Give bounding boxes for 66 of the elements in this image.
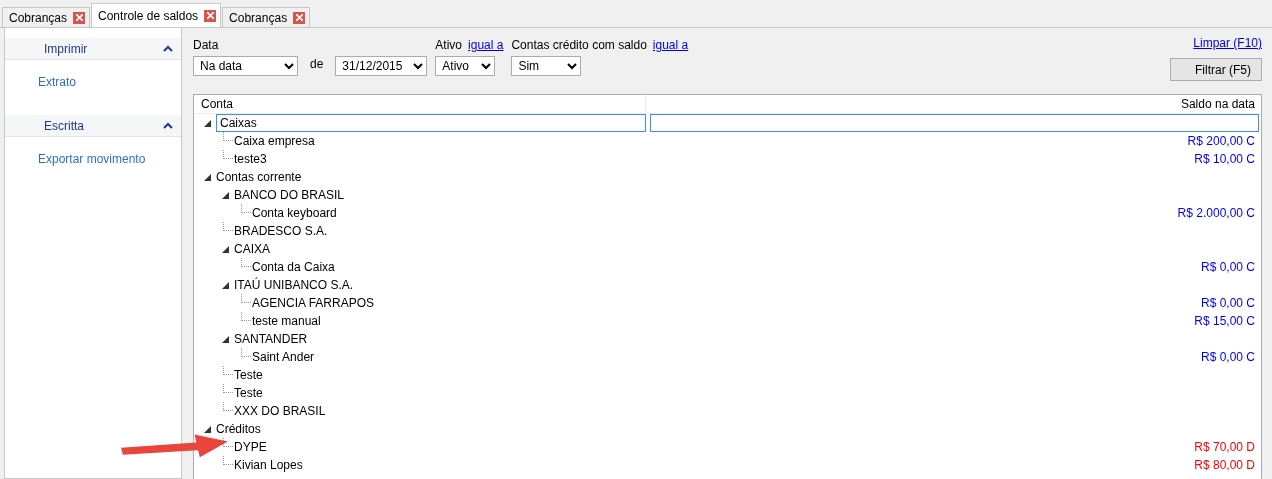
column-header: Conta: [194, 95, 646, 113]
chevron-up-icon[interactable]: [163, 45, 173, 52]
tree-node-label[interactable]: Caixa empresa: [234, 132, 315, 150]
tree-node-label[interactable]: Saint Ander: [252, 348, 315, 366]
chevron-up-icon[interactable]: [163, 122, 173, 129]
operator-link[interactable]: igual a: [468, 36, 504, 54]
close-icon[interactable]: [73, 11, 86, 24]
balance-value: R$ 15,00 C: [1193, 313, 1256, 330]
tree-node-label[interactable]: teste manual: [252, 312, 321, 330]
sidebar-link[interactable]: Exportar movimento: [5, 137, 181, 182]
field-label: Ativo: [435, 37, 463, 54]
balance-value: R$ 0,00 C: [1199, 259, 1256, 276]
field-label: Contas crédito com saldo: [511, 37, 647, 54]
balance-value: R$ 70,00 D: [1193, 439, 1256, 456]
tree-node-label[interactable]: Conta da Caixa: [252, 258, 335, 276]
sidebar-link[interactable]: Extrato: [5, 60, 181, 105]
tree-node-label[interactable]: Créditos: [216, 420, 261, 438]
tree-node-label[interactable]: Teste: [234, 384, 263, 402]
expanded-triangle-icon[interactable]: [203, 119, 211, 127]
balance-value: R$ 80,00 D: [1193, 457, 1256, 474]
expanded-triangle-icon[interactable]: [221, 335, 229, 343]
tree-node-label[interactable]: BANCO DO BRASIL: [234, 186, 345, 204]
balance-value: R$ 2.000,00 C: [1176, 205, 1256, 222]
balance-value: R$ 0,00 C: [1199, 349, 1256, 366]
expanded-triangle-icon[interactable]: [221, 281, 229, 289]
balance-value: R$ 10,00 C: [1193, 151, 1256, 168]
tree-node-label[interactable]: Conta keyboard: [252, 204, 337, 222]
tree-node-label[interactable]: XXX DO BRASIL: [234, 402, 326, 420]
section-header[interactable]: Imprimir: [5, 38, 181, 60]
operator-link[interactable]: igual a: [652, 36, 689, 54]
tree-node-label[interactable]: Kivian Lopes: [234, 456, 303, 474]
tab-label: Cobranças: [229, 9, 288, 27]
tree-node-label[interactable]: SANTANDER: [234, 330, 308, 348]
tab-label: Controle de saldos: [98, 7, 199, 25]
balance-field[interactable]: [650, 114, 1259, 132]
tree-node-label[interactable]: Contas corrente: [216, 168, 302, 186]
column-header: Saldo na data: [1179, 96, 1256, 113]
close-icon[interactable]: [293, 11, 306, 24]
clear-link[interactable]: Limpar (F10): [1193, 34, 1262, 52]
tree-node-label[interactable]: ITAÚ UNIBANCO S.A.: [234, 276, 354, 294]
close-icon[interactable]: [204, 9, 217, 22]
tree-node-label[interactable]: teste3: [234, 150, 267, 168]
tree-node-label[interactable]: DYPE: [234, 438, 267, 456]
tree-node-label[interactable]: CAIXA: [234, 240, 270, 258]
credit-select[interactable]: Sim: [511, 56, 582, 76]
status-select[interactable]: Ativo: [435, 56, 496, 76]
tree-node-label[interactable]: AGENCIA FARRAPOS: [252, 294, 375, 312]
field-label: Data: [193, 37, 219, 54]
section-header[interactable]: Escritta: [5, 115, 181, 137]
expanded-triangle-icon[interactable]: [203, 173, 211, 181]
expanded-triangle-icon[interactable]: [203, 425, 211, 433]
filter-button[interactable]: Filtrar (F5): [1170, 58, 1262, 81]
tree-node-label[interactable]: Caixas: [216, 114, 646, 132]
tree-node-label[interactable]: BRADESCO S.A.: [234, 222, 328, 240]
tree-node-label[interactable]: Teste: [234, 366, 263, 384]
tab[interactable]: Cobranças: [222, 7, 311, 27]
balance-value: R$ 0,00 C: [1199, 295, 1256, 312]
expanded-triangle-icon[interactable]: [221, 191, 229, 199]
date-mode-select[interactable]: Na data: [193, 56, 298, 76]
tab[interactable]: Controle de saldos: [91, 3, 222, 27]
tab-label: Cobranças: [9, 9, 68, 27]
expanded-triangle-icon[interactable]: [221, 245, 229, 253]
tab[interactable]: Cobranças: [2, 7, 91, 27]
field-label: de: [309, 56, 325, 73]
date-select[interactable]: 31/12/2015: [335, 56, 428, 76]
balance-value: R$ 200,00 C: [1186, 133, 1256, 150]
